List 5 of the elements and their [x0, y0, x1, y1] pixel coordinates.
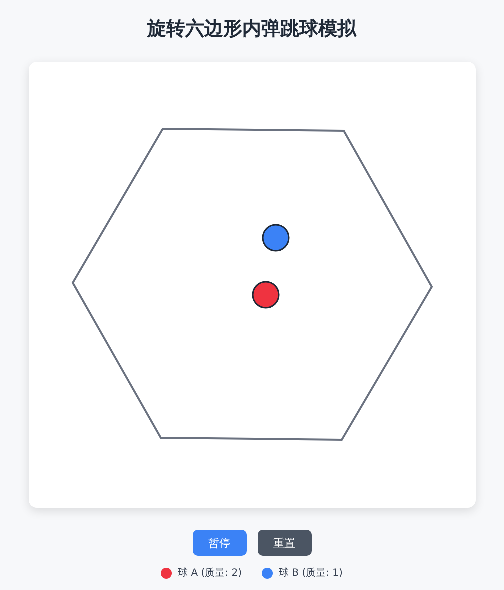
pause-button[interactable]: 暂停 [192, 530, 246, 556]
legend-label: 球 B (质量: 1) [278, 566, 343, 580]
reset-button[interactable]: 重置 [258, 530, 312, 556]
legend-label: 球 A (质量: 2) [178, 566, 242, 580]
page-title: 旋转六边形内弹跳球模拟 [148, 17, 356, 42]
